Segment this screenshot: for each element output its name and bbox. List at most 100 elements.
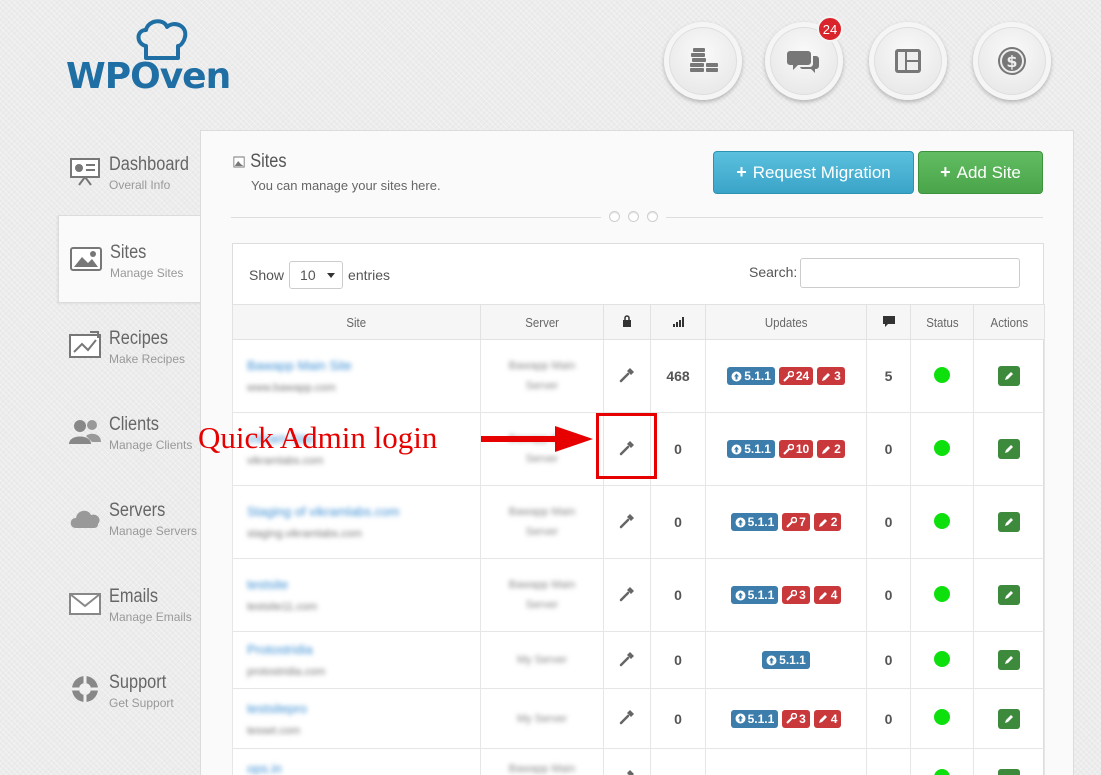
edit-site-button[interactable] [998,366,1020,386]
actions-cell [973,485,1045,559]
edit-site-button[interactable] [998,650,1020,670]
theme-update-badge[interactable]: 4 [813,586,842,605]
updates-cell: 5.1.1 10 2 [705,412,867,486]
server-cell: Bawapp MainServer [480,748,604,775]
table-row: testsitepro tesset.com My Server 0 5.1.1 3 4… [232,688,1045,749]
server-name: Bawapp Main [508,360,576,372]
show-label: Show [249,267,285,283]
add-site-button[interactable]: + Add Site [918,151,1043,194]
edit-site-button[interactable] [998,439,1020,459]
site-url: vikramlabs.com [247,455,324,467]
plugin-update-badge[interactable]: 3 [782,586,810,605]
upload-icon [735,713,746,724]
status-online-indicator [934,512,950,529]
site-link[interactable]: Protostridia [247,642,480,657]
theme-update-badge[interactable]: 2 [813,513,842,532]
pencil-icon [818,715,827,724]
comments-cell [866,748,911,775]
site-url: testsite11.com [247,601,318,613]
column-header-comments[interactable] [866,304,911,340]
entries-label: entries [348,267,391,283]
core-update-badge[interactable]: 5.1.1 [730,709,779,728]
site-link[interactable]: ops.in [247,761,480,775]
pencil-icon [1005,656,1013,664]
sidebar-item-support[interactable]: Support Get Support [58,646,208,732]
core-update-badge[interactable]: 5.1.1 [762,651,810,670]
column-header-status[interactable]: Status [910,304,974,340]
core-update-badge[interactable]: 5.1.1 [727,440,775,459]
sidebar-item-emails[interactable]: Emails Manage Emails [58,560,208,646]
site-cell: Staging of vikramlabs.com staging.vikraml… [232,485,481,559]
quick-admin-login-button[interactable] [619,710,635,728]
theme-update-badge[interactable]: 4 [813,709,842,728]
table-header-row: Site Server Updates Status Actions [232,304,1045,340]
actions-cell [973,412,1045,486]
sidebar-item-servers[interactable]: Servers Manage Servers [58,474,208,560]
visitors-cell: 0 [650,688,706,749]
pencil-icon [822,372,831,381]
actions-cell [973,631,1045,689]
actions-cell [973,339,1045,413]
quick-admin-login-button[interactable] [619,367,635,386]
page-subtitle: You can manage your sites here. [251,178,441,193]
sidebar-item-dashboard[interactable]: Dashboard Overall Info [58,128,208,214]
edit-site-button[interactable] [998,768,1020,775]
presentation-icon [70,158,100,186]
status-cell [910,631,974,689]
lock-icon [623,314,631,327]
plugin-update-badge[interactable]: 10 [778,440,814,459]
status-online-indicator [934,585,950,602]
column-header-site[interactable]: Site [232,304,481,340]
plugin-update-badge[interactable]: 3 [782,709,810,728]
status-online-indicator [934,439,950,456]
sidebar-item-clients[interactable]: Clients Manage Clients [58,388,208,474]
top-comments-button[interactable]: 24 [765,16,843,100]
theme-update-badge[interactable]: 2 [817,440,845,459]
quick-admin-login-button[interactable] [619,586,635,605]
visitors-cell: 0 [650,558,706,632]
core-update-badge[interactable]: 5.1.1 [727,367,775,386]
updates-cell: 5.1.1 3 4 [705,558,867,632]
table-row: Staging of vikramlabs.com staging.vikraml… [232,485,1045,559]
sidebar-item-recipes[interactable]: Recipes Make Recipes [58,302,208,388]
plugin-update-badge[interactable]: 24 [778,367,814,386]
site-link[interactable]: Bawapp Main Site [247,358,480,373]
edit-site-button[interactable] [998,585,1020,605]
site-cell: testsite testsite11.com [232,558,481,632]
site-link[interactable]: testsitepro [247,701,480,716]
core-update-badge[interactable]: 5.1.1 [730,586,779,605]
theme-update-badge[interactable]: 3 [817,367,845,386]
request-migration-button[interactable]: + Request Migration [713,151,914,194]
top-billing-button[interactable]: $ [973,22,1051,100]
top-coins-button[interactable] [664,22,742,100]
wpoven-logo[interactable]: WPOven [66,18,236,98]
column-header-updates[interactable]: Updates [705,304,867,340]
annotation-highlight-box [596,413,657,479]
edit-site-button[interactable] [998,512,1020,532]
search-input[interactable] [800,258,1020,288]
status-online-indicator [934,709,950,725]
sidebar-item-sites[interactable]: Sites Manage Sites [58,215,208,303]
arrow-right-icon [481,426,593,452]
pencil-icon [1005,372,1013,380]
entries-select[interactable]: 10 [289,261,344,289]
column-header-actions[interactable]: Actions [973,304,1045,340]
core-update-badge[interactable]: 5.1.1 [730,513,779,532]
edit-site-button[interactable] [998,708,1020,729]
request-migration-label: Request Migration [752,162,891,182]
site-link[interactable]: Staging of vikramlabs.com [247,504,480,519]
column-header-visitors[interactable] [650,304,706,340]
plugin-update-badge[interactable]: 7 [782,513,810,532]
column-header-server[interactable]: Server [480,304,604,340]
site-link[interactable]: testsite [247,577,480,592]
image-icon [233,156,245,168]
quick-admin-login-button[interactable] [619,651,635,670]
top-layout-button[interactable] [869,22,947,100]
updates-cell: 5.1.1 3 4 [705,688,867,749]
comments-cell: 0 [866,485,911,559]
sidebar-item-sub: Overall Info [109,178,171,192]
server-name: My Server [516,712,568,725]
column-header-login[interactable] [603,304,651,340]
sidebar-item-sub: Manage Sites [110,266,184,280]
quick-admin-login-button[interactable] [619,513,635,532]
